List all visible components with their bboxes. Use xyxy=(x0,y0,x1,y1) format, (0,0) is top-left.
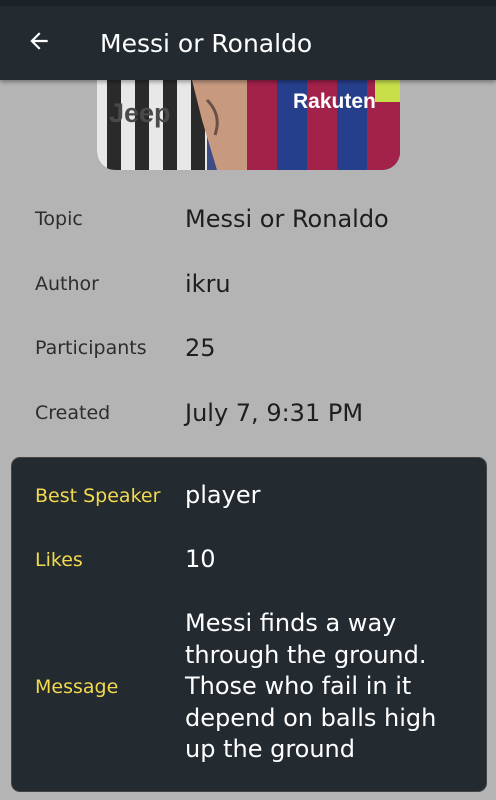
likes-label: Likes xyxy=(35,548,83,571)
likes-value: 10 xyxy=(185,545,216,573)
app-bar: Messi or Ronaldo xyxy=(0,6,496,80)
likes-row: Likes 10 xyxy=(35,544,216,576)
message-row: Message Messi finds a way through the gr… xyxy=(35,608,436,766)
best-speaker-label: Best Speaker xyxy=(35,484,161,507)
best-speaker-card: Best Speaker player Likes 10 Message Mes… xyxy=(11,457,487,792)
created-label: Created xyxy=(35,402,111,424)
participants-label: Participants xyxy=(35,337,147,359)
message-value: Messi finds a way through the ground. Th… xyxy=(185,608,436,766)
page-title: Messi or Ronaldo xyxy=(100,28,313,58)
topic-value: Messi or Ronaldo xyxy=(185,205,389,233)
best-speaker-value: player xyxy=(185,481,261,509)
back-button[interactable] xyxy=(24,28,54,58)
message-line: Those who fail in it xyxy=(185,672,412,700)
created-value: July 7, 9:31 PM xyxy=(185,399,364,427)
participants-value: 25 xyxy=(185,334,216,362)
message-line: Messi finds a way xyxy=(185,609,397,637)
best-speaker-row: Best Speaker player xyxy=(35,480,260,512)
message-line: depend on balls high xyxy=(185,703,437,732)
topic-row: Topic Messi or Ronaldo xyxy=(35,205,475,233)
sponsor-left-text: Jeep xyxy=(109,98,171,128)
message-line: through the ground. xyxy=(185,640,427,669)
message-label: Message xyxy=(35,675,119,698)
topic-image: Jeep Rakuten xyxy=(97,80,400,170)
arrow-left-icon xyxy=(26,28,52,59)
created-row: Created July 7, 9:31 PM xyxy=(35,399,475,427)
participants-row: Participants 25 xyxy=(35,334,475,362)
author-value: ikru xyxy=(185,270,231,298)
sponsor-right-text: Rakuten xyxy=(293,90,376,113)
author-label: Author xyxy=(35,273,99,295)
message-line: up the ground xyxy=(185,735,356,763)
topic-label: Topic xyxy=(35,208,83,230)
author-row: Author ikru xyxy=(35,270,475,298)
